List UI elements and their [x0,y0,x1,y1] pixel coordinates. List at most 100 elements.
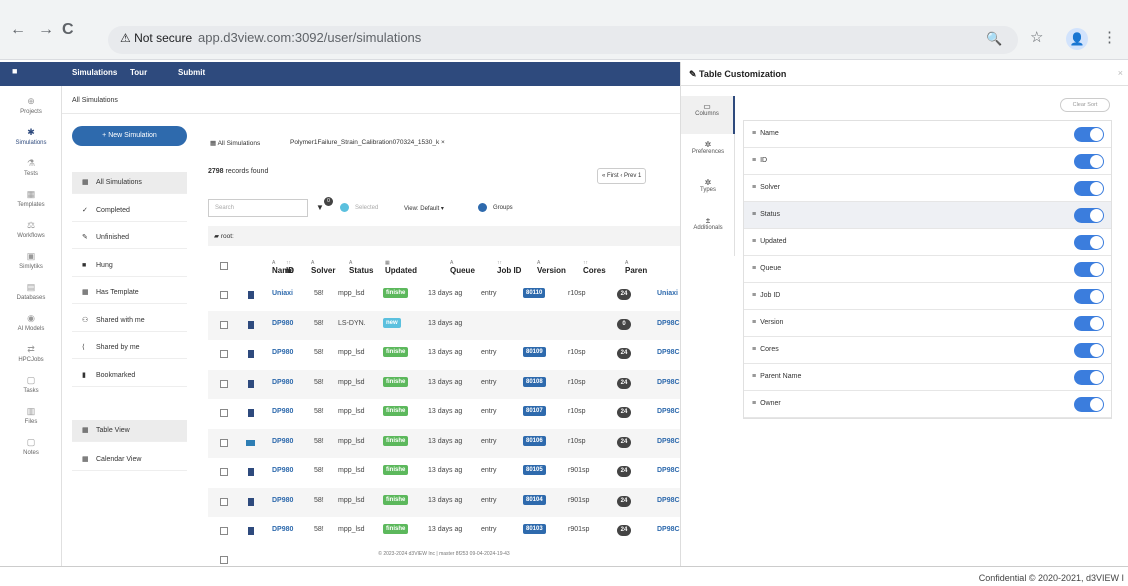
filter-has-template[interactable]: ▦ Has Template [72,282,187,304]
panel-tab-preferences[interactable]: ✲ Preferences [681,134,735,172]
zoom-icon[interactable]: 🔍 [986,31,1002,47]
star-icon[interactable]: ☆ [1030,28,1043,46]
not-secure-indicator[interactable]: ⚠ Not secure [120,31,192,45]
drag-handle-icon[interactable]: ≡ [752,184,756,191]
nav-item-tasks[interactable]: ▢ Tasks [0,375,62,394]
nav-item-hpcjobs[interactable]: ⇄ HPCJobs [0,344,62,363]
table-row[interactable]: DP980 58! mpp_lsd finishe 13 days ag entry 801… [208,517,680,546]
cell-parent[interactable]: DP98C [657,320,680,327]
row-checkbox[interactable] [220,379,228,388]
cell-parent[interactable]: DP98C [657,497,680,504]
cell-parent[interactable]: DP98C [657,349,680,356]
view-table-view[interactable]: ▦ Table View [72,420,187,442]
nav-item-notes[interactable]: ▢ Notes [0,437,62,456]
drag-handle-icon[interactable]: ≡ [752,400,756,407]
new-simulation-button[interactable]: + New Simulation [72,126,187,146]
groups-icon[interactable] [478,203,487,212]
row-checkbox[interactable] [220,291,228,299]
drag-handle-icon[interactable]: ≡ [752,292,756,299]
table-row[interactable]: DP980 58! mpp_lsd finishe 13 days ag entry 801… [208,369,680,399]
selected-label[interactable]: Selected [355,205,378,211]
app-menu-icon[interactable]: ■ [12,66,17,76]
column-toggle[interactable] [1074,154,1104,169]
row-checkbox[interactable] [220,438,228,447]
tab-open-simulation[interactable]: Polymer1Failure_Strain_Calibration070324… [290,139,445,146]
filter-shared-by-me[interactable]: ⟨ Shared by me [72,337,187,359]
job-id-badge[interactable]: 80109 [523,347,546,357]
cell-parent[interactable]: DP98C [657,467,680,474]
table-row[interactable]: DP980 58! mpp_lsd finishe 13 days ag entry 801… [208,458,680,487]
table-row[interactable]: DP980 58! mpp_lsd finishe 13 days ag entry 801… [208,428,680,458]
drag-handle-icon[interactable]: ≡ [752,157,756,164]
filter-unfinished[interactable]: ✎ Unfinished [72,227,187,249]
selected-icon[interactable] [340,203,349,212]
panel-tab-additionals[interactable]: ± Additionals [681,210,735,248]
root-folder-row[interactable]: ▰ root: [208,226,680,246]
filter-bookmarked[interactable]: ▮ Bookmarked [72,365,187,387]
drag-handle-icon[interactable]: ≡ [752,346,756,353]
chrome-menu-icon[interactable]: ⋮ [1102,28,1117,46]
pager[interactable]: « First ‹ Prev 1 [597,168,647,184]
job-id-badge[interactable]: 80106 [523,435,546,446]
row-checkbox[interactable] [220,468,228,476]
submit-button[interactable]: Submit [178,68,205,77]
cell-parent[interactable]: Uniaxi [657,290,678,297]
drag-handle-icon[interactable]: ≡ [752,319,756,326]
nav-item-ai-models[interactable]: ◉ AI Models [0,313,62,332]
cell-parent[interactable]: DP98C [657,408,680,415]
nav-item-databases[interactable]: ▤ Databases [0,282,62,301]
profile-avatar-icon[interactable]: 👤 [1066,28,1088,50]
footer-checkbox[interactable] [220,556,228,564]
filter-shared-with-me[interactable]: ⚇ Shared with me [72,310,187,332]
nav-item-tests[interactable]: ⚗ Tests [0,158,62,177]
cell-name[interactable]: DP980 [272,467,293,474]
close-icon[interactable]: × [1118,68,1123,78]
column-option-id[interactable]: ≡ ID [744,148,1111,175]
drag-handle-icon[interactable]: ≡ [752,211,756,218]
search-input[interactable]: Search [208,199,308,217]
cell-name[interactable]: DP980 [272,497,293,504]
column-toggle[interactable] [1074,127,1104,142]
column-option-status[interactable]: ≡ Status [744,202,1111,229]
column-toggle[interactable] [1074,289,1104,304]
table-row[interactable]: DP980 58! mpp_lsd finishe 13 days ag entry 801… [208,399,680,428]
column-option-queue[interactable]: ≡ Queue [744,256,1111,283]
cell-name[interactable]: Uniaxi [272,290,293,297]
tour-button[interactable]: Tour [130,68,147,77]
cell-name[interactable]: DP980 [272,320,293,327]
column-toggle[interactable] [1074,343,1104,358]
filter-hung[interactable]: ■ Hung [72,255,187,277]
cell-name[interactable]: DP980 [272,526,293,533]
column-option-updated[interactable]: ≡ Updated [744,229,1111,256]
row-checkbox[interactable] [220,409,228,417]
column-toggle[interactable] [1074,235,1104,250]
nav-item-projects[interactable]: ⊕ Projects [0,96,62,115]
column-option-version[interactable]: ≡ Version [744,310,1111,337]
nav-item-files[interactable]: ▥ Files [0,406,62,425]
column-header-solver[interactable]: A Solver [311,260,335,275]
column-toggle[interactable] [1074,397,1104,412]
nav-item-workflows[interactable]: ⚖ Workflows [0,220,62,239]
filter-completed[interactable]: ✓ Completed [72,200,187,222]
job-id-badge[interactable]: 80110 [523,288,546,298]
cell-name[interactable]: DP980 [272,379,293,386]
url-text[interactable]: app.d3view.com:3092/user/simulations [198,30,421,45]
column-toggle[interactable] [1074,262,1104,277]
topbar-simulations[interactable]: Simulations [72,68,117,77]
column-toggle[interactable] [1074,181,1104,196]
panel-tab-columns[interactable]: ▭ Columns [681,96,735,134]
job-id-badge[interactable]: 80104 [523,494,546,505]
row-checkbox[interactable] [220,527,228,535]
cell-parent[interactable]: DP98C [657,438,680,445]
column-header-job-id[interactable]: ↑↑ Job ID [497,260,521,275]
view-select[interactable]: View: Default ▾ [404,205,444,212]
row-checkbox[interactable] [220,320,228,329]
nav-item-simulations[interactable]: ✱ Simulations [0,127,62,146]
drag-handle-icon[interactable]: ≡ [752,373,756,380]
job-id-badge[interactable]: 80107 [523,406,546,416]
row-checkbox[interactable] [220,350,228,358]
job-id-badge[interactable]: 80108 [523,376,546,387]
column-header-queue[interactable]: A Queue [450,260,475,275]
header-checkbox[interactable] [220,262,228,270]
column-option-job-id[interactable]: ≡ Job ID [744,283,1111,310]
